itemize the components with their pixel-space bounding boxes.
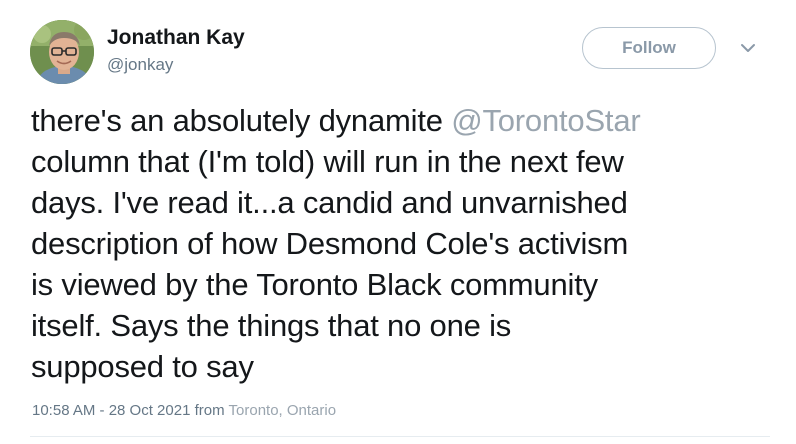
follow-button[interactable]: Follow [582,27,716,69]
timestamp[interactable]: 10:58 AM - 28 Oct 2021 [32,402,190,419]
tweet-text-line: description of how Desmond Cole's activi… [31,226,629,261]
tweet-text-line: supposed to say [31,349,254,384]
tweet-card: Jonathan Kay @jonkay Follow there's an a… [0,0,796,444]
author-handle[interactable]: @jonkay [107,54,173,76]
divider [30,436,770,437]
chevron-down-icon[interactable] [738,38,758,58]
tweet-text-line: there's an absolutely dynamite @TorontoS… [31,100,771,141]
tweet-text-segment: there's an absolutely dynamite [31,103,452,138]
avatar[interactable] [30,20,94,84]
tweet-text-line: days. I've read it...a candid and unvarn… [31,185,628,220]
profile-photo-icon [30,20,94,84]
tweet-text: there's an absolutely dynamite @TorontoS… [31,100,771,387]
author-display-name[interactable]: Jonathan Kay [107,25,245,51]
tweet-meta: 10:58 AM - 28 Oct 2021 from Toronto, Ont… [32,401,336,421]
mention-link[interactable]: @TorontoStar [451,103,641,138]
tweet-text-line: itself. Says the things that no one is [31,308,512,343]
tweet-text-line: is viewed by the Toronto Black community [31,267,598,302]
location-link[interactable]: Toronto, Ontario [229,402,337,419]
tweet-text-line: column that (I'm told) will run in the n… [31,144,624,179]
from-label: from [194,402,225,419]
